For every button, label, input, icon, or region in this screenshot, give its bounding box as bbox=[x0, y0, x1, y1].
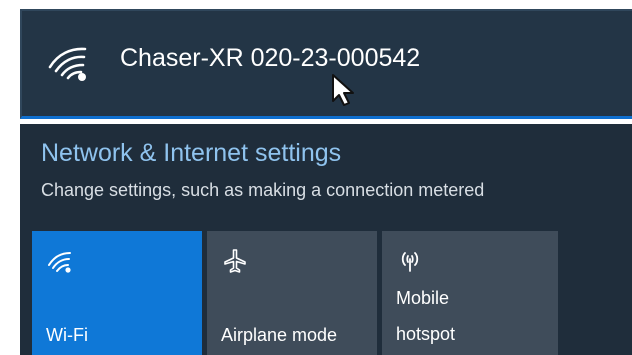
wifi-icon bbox=[48, 252, 71, 273]
mobile-hotspot-tile-label-line-1: Mobile bbox=[396, 288, 450, 308]
network-list-item[interactable]: Chaser-XR 020-23-000542 bbox=[20, 9, 632, 119]
airplane-mode-toggle-tile[interactable]: Airplane mode bbox=[207, 231, 377, 355]
airplane-icon bbox=[224, 249, 246, 273]
wifi-toggle-tile[interactable]: Wi-Fi bbox=[32, 231, 202, 355]
hotspot-icon bbox=[401, 252, 419, 272]
wifi-tile-label: Wi-Fi bbox=[46, 325, 88, 345]
mouse-pointer-icon bbox=[332, 74, 354, 106]
network-settings-description: Change settings, such as making a connec… bbox=[41, 180, 485, 200]
network-ssid: Chaser-XR 020-23-000542 bbox=[120, 44, 421, 72]
mobile-hotspot-toggle-tile[interactable]: Mobile hotspot bbox=[382, 231, 558, 355]
mobile-hotspot-tile-label-line-2: hotspot bbox=[396, 324, 456, 344]
airplane-tile-label: Airplane mode bbox=[221, 325, 338, 345]
network-settings-panel: Network & Internet settings Change setti… bbox=[20, 124, 632, 355]
wifi-signal-icon bbox=[48, 47, 87, 81]
network-settings-link[interactable]: Network & Internet settings bbox=[41, 136, 341, 170]
network-flyout-screenshot: Chaser-XR 020-23-000542 Network & Intern… bbox=[0, 0, 632, 355]
